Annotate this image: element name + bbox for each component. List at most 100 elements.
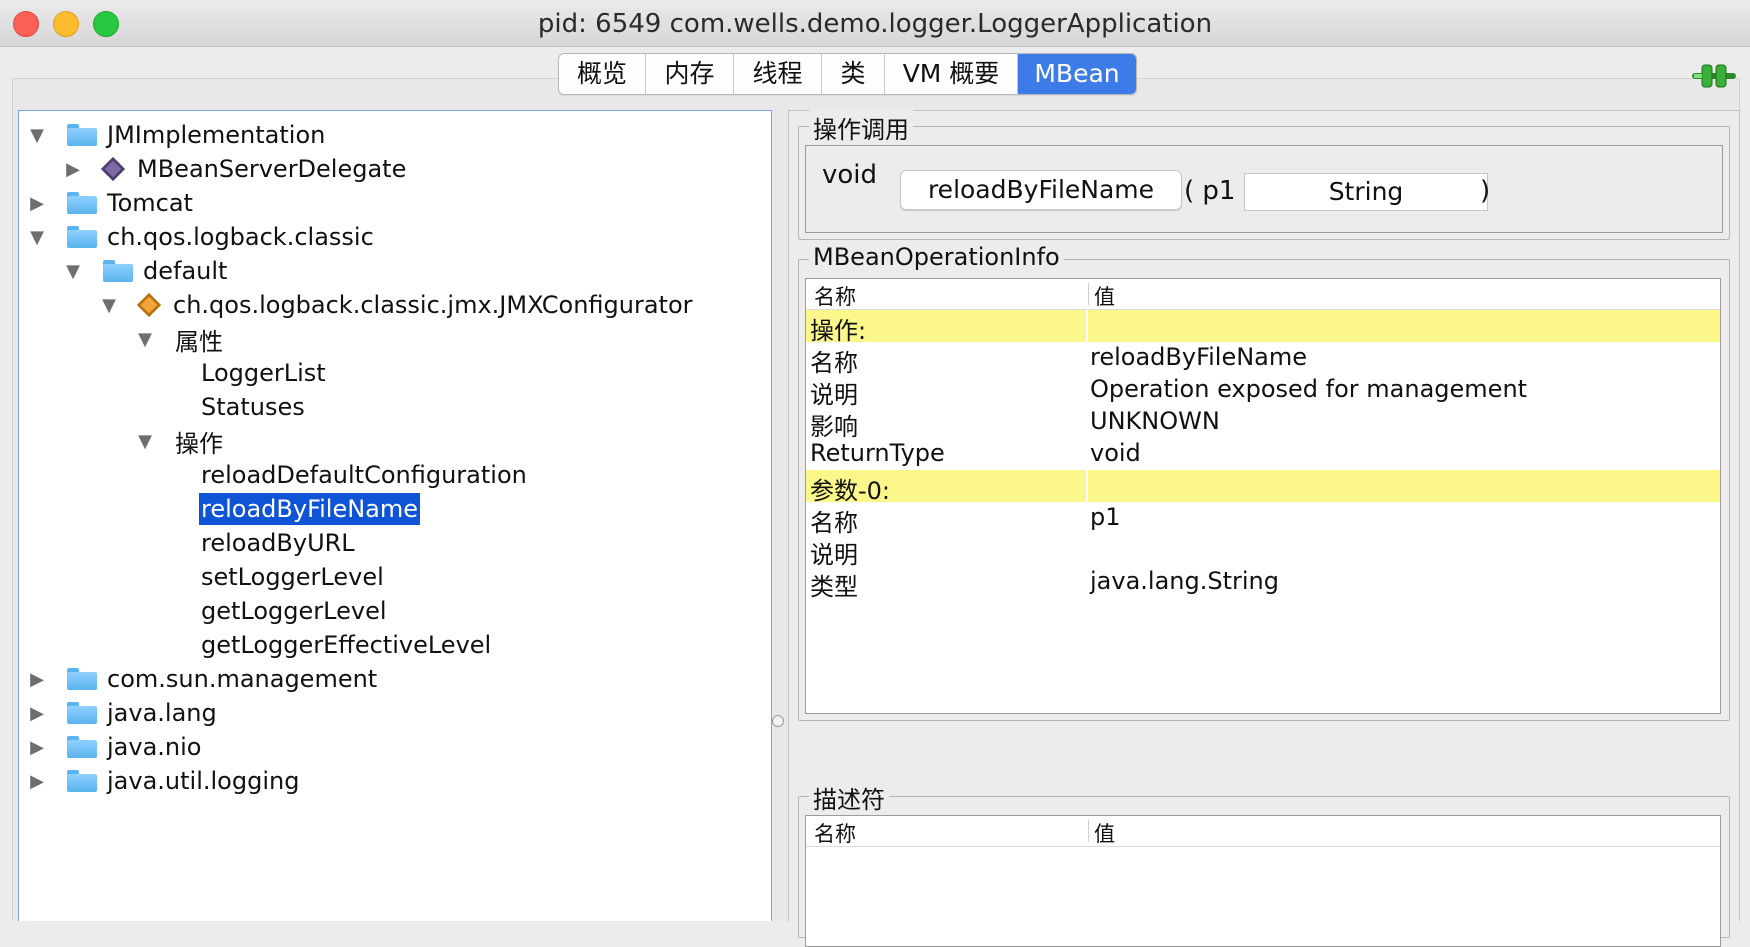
column-divider[interactable]: [1088, 820, 1089, 842]
tab-classes[interactable]: 类: [822, 54, 885, 94]
collapse-arrow-icon[interactable]: ▶: [27, 193, 47, 214]
tree-node-getloggerlevel[interactable]: getLoggerLevel: [201, 594, 387, 628]
cell-name: ReturnType: [810, 439, 945, 467]
tree-node-jmxconfigurator[interactable]: ▼ ch.qos.logback.classic.jmx.JMXConfigur…: [99, 288, 692, 322]
return-type-label: void: [822, 160, 878, 190]
table-row[interactable]: 类型 java.lang.String: [806, 566, 1720, 601]
collapse-arrow-icon[interactable]: ▶: [63, 159, 83, 180]
tab-vm-summary[interactable]: VM 概要: [885, 54, 1018, 94]
table-row[interactable]: 影响 UNKNOWN: [806, 406, 1720, 441]
operation-info-group: MBeanOperationInfo 名称 值 操作: 名称 reloadByF…: [798, 243, 1730, 721]
column-divider[interactable]: [1088, 283, 1089, 305]
tree-node-reloadbyurl[interactable]: reloadByURL: [201, 526, 355, 560]
cell-name: 类型: [810, 573, 858, 601]
tree-node-label: ch.qos.logback.classic: [107, 223, 374, 251]
tree-node-label: Tomcat: [107, 189, 193, 217]
column-header-name[interactable]: 名称: [814, 281, 856, 311]
cell-name: 操作:: [810, 317, 867, 345]
expand-arrow-icon[interactable]: ▼: [99, 295, 119, 316]
operation-invocation-group: 操作调用 void reloadByFileName ( p1 String ): [798, 110, 1730, 240]
tree-node-tomcat[interactable]: ▶ Tomcat: [27, 186, 193, 220]
param-p1-input[interactable]: String: [1244, 173, 1488, 211]
collapse-arrow-icon[interactable]: ▶: [27, 737, 47, 758]
cell-separator: [1086, 470, 1088, 502]
tree-node-label: JMImplementation: [107, 121, 326, 149]
cell-name: 参数-0:: [810, 477, 891, 505]
descriptor-group: 描述符 名称 值: [798, 780, 1730, 947]
descriptor-title: 描述符: [809, 780, 889, 815]
connection-status-icon[interactable]: [1690, 62, 1738, 90]
tree-node-statuses[interactable]: Statuses: [201, 390, 305, 424]
tree-node-label: LoggerList: [201, 359, 326, 387]
tab-threads[interactable]: 线程: [734, 54, 822, 94]
table-row[interactable]: 操作:: [806, 310, 1720, 345]
cell-value: Operation exposed for management: [1090, 375, 1528, 403]
cell-name: 名称: [810, 509, 858, 537]
tree-node-label: 操作: [175, 429, 223, 458]
tab-overview[interactable]: 概览: [559, 54, 646, 94]
tree-node-label: com.sun.management: [107, 665, 378, 693]
operation-info-table[interactable]: 名称 值 操作: 名称 reloadByFileName 说明 Operatio…: [805, 278, 1721, 714]
table-row[interactable]: 名称 p1: [806, 502, 1720, 537]
mbean-tree[interactable]: ▼ JMImplementation ▶ MBeanServerDelegate…: [18, 110, 772, 921]
column-header-value[interactable]: 值: [1094, 818, 1115, 848]
descriptor-table[interactable]: 名称 值: [805, 815, 1721, 947]
tree-node-reloadbyfilename[interactable]: reloadByFileName: [199, 492, 421, 526]
tree-node-operations[interactable]: ▼ 操作: [135, 424, 223, 458]
tree-node-java-util-logging[interactable]: ▶ java.util.logging: [27, 764, 299, 798]
column-header-name[interactable]: 名称: [814, 818, 856, 848]
tree-node-java-nio[interactable]: ▶ java.nio: [27, 730, 201, 764]
expand-arrow-icon[interactable]: ▼: [27, 125, 47, 146]
split-pane-divider-handle[interactable]: [772, 715, 784, 727]
tree-node-label: 属性: [175, 327, 223, 356]
tree-node-mbeanserverdelegate[interactable]: ▶ MBeanServerDelegate: [63, 152, 406, 186]
tree-node-java-lang[interactable]: ▶ java.lang: [27, 696, 217, 730]
tree-node-label-selected: reloadByFileName: [199, 493, 421, 525]
cell-name: 说明: [810, 541, 858, 569]
tree-node-attributes[interactable]: ▼ 属性: [135, 322, 223, 356]
tab-mbean[interactable]: MBean: [1018, 54, 1136, 94]
tree-node-label: Statuses: [201, 393, 305, 421]
tree-node-label: reloadDefaultConfiguration: [201, 461, 527, 489]
expand-arrow-icon[interactable]: ▼: [27, 227, 47, 248]
collapse-arrow-icon[interactable]: ▶: [27, 703, 47, 724]
tree-node-default[interactable]: ▼ default: [63, 254, 227, 288]
tree-node-label: java.util.logging: [107, 767, 300, 795]
tree-node-label: getLoggerLevel: [201, 597, 387, 625]
table-row[interactable]: 参数-0:: [806, 470, 1720, 505]
tab-memory[interactable]: 内存: [646, 54, 734, 94]
table-header: 名称 值: [806, 279, 1720, 310]
tree-node-label: default: [143, 257, 228, 285]
operation-info-title: MBeanOperationInfo: [809, 243, 1064, 271]
cell-name: 影响: [810, 413, 858, 441]
expand-arrow-icon[interactable]: ▼: [135, 329, 155, 350]
cell-value: UNKNOWN: [1090, 407, 1220, 435]
column-header-value[interactable]: 值: [1094, 281, 1115, 311]
tree-node-logback-classic[interactable]: ▼ ch.qos.logback.classic: [27, 220, 374, 254]
table-row[interactable]: 说明: [806, 534, 1720, 569]
cell-name: 名称: [810, 349, 858, 377]
folder-icon: [67, 668, 97, 690]
tree-node-setloggerlevel[interactable]: setLoggerLevel: [201, 560, 384, 594]
window-title: pid: 6549 com.wells.demo.logger.LoggerAp…: [537, 9, 1213, 39]
tree-node-loggerlist[interactable]: LoggerList: [201, 356, 326, 390]
table-row[interactable]: 名称 reloadByFileName: [806, 342, 1720, 377]
collapse-arrow-icon[interactable]: ▶: [27, 669, 47, 690]
tree-node-reloaddefaultconfiguration[interactable]: reloadDefaultConfiguration: [201, 458, 527, 492]
param-open-label: ( p1: [1184, 176, 1236, 206]
operation-invocation-box: void reloadByFileName ( p1 String ): [805, 145, 1723, 233]
expand-arrow-icon[interactable]: ▼: [63, 261, 83, 282]
tree-node-label: reloadByURL: [201, 529, 355, 557]
tree-node-jmimplementation[interactable]: ▼ JMImplementation: [27, 118, 325, 152]
tree-node-getloggereffectivelevel[interactable]: getLoggerEffectiveLevel: [201, 628, 491, 662]
collapse-arrow-icon[interactable]: ▶: [27, 771, 47, 792]
folder-icon: [67, 192, 97, 214]
expand-arrow-icon[interactable]: ▼: [135, 431, 155, 452]
title-bar: pid: 6549 com.wells.demo.logger.LoggerAp…: [0, 0, 1750, 47]
table-row[interactable]: 说明 Operation exposed for management: [806, 374, 1720, 409]
invoke-reloadbyfilename-button[interactable]: reloadByFileName: [900, 170, 1182, 210]
table-row[interactable]: ReturnType void: [806, 438, 1720, 470]
tree-node-com-sun-management[interactable]: ▶ com.sun.management: [27, 662, 377, 696]
operation-invocation-title: 操作调用: [809, 110, 913, 145]
tree-node-label: getLoggerEffectiveLevel: [201, 631, 492, 659]
